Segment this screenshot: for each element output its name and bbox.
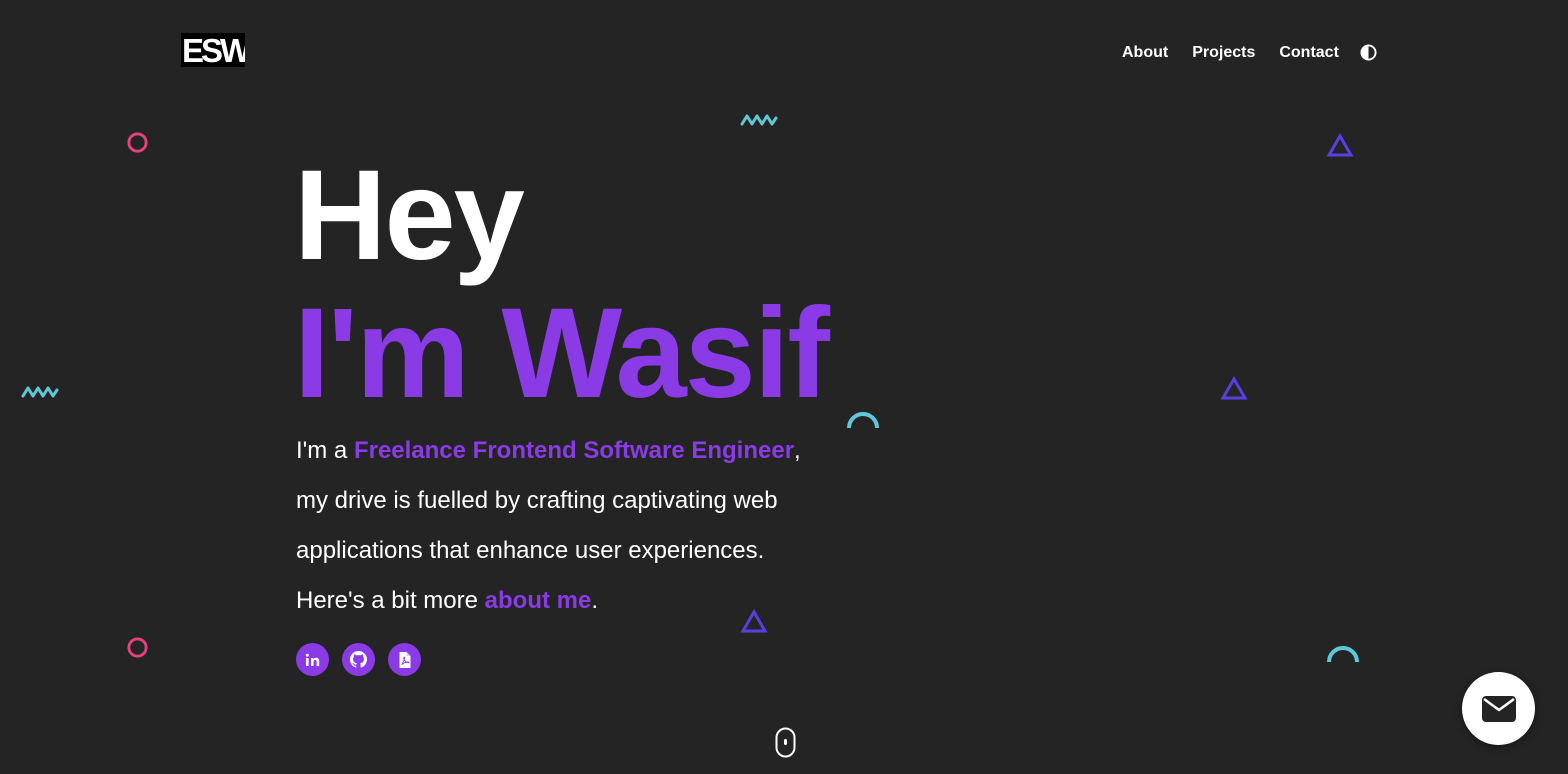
social-links bbox=[296, 643, 421, 676]
main-nav: About Projects Contact bbox=[1110, 40, 1351, 66]
pdf-resume-icon bbox=[399, 651, 411, 668]
intro-line-4-suffix: . bbox=[591, 587, 599, 614]
envelope-icon bbox=[1481, 695, 1516, 722]
intro-comma: , bbox=[794, 437, 801, 464]
role-highlight: Freelance Frontend Software Engineer bbox=[353, 437, 795, 464]
hero-greeting: Hey bbox=[294, 144, 525, 287]
pink-circle-icon bbox=[127, 637, 148, 658]
linkedin-icon bbox=[305, 653, 319, 666]
hero-intro: I'm a Freelance Frontend Software Engine… bbox=[296, 426, 856, 626]
nav-about-link[interactable]: About bbox=[1110, 40, 1180, 66]
contact-mail-button[interactable] bbox=[1462, 672, 1535, 745]
nav-projects-link[interactable]: Projects bbox=[1180, 40, 1267, 66]
pink-circle-icon bbox=[127, 132, 148, 153]
about-me-link[interactable]: about me bbox=[485, 587, 592, 614]
github-button[interactable] bbox=[342, 643, 375, 676]
intro-prefix: I'm a bbox=[296, 437, 354, 464]
logo[interactable]: ESW bbox=[181, 33, 245, 67]
github-icon bbox=[350, 651, 367, 668]
cyan-arc-icon bbox=[1327, 646, 1359, 663]
resume-pdf-button[interactable] bbox=[388, 643, 421, 676]
cyan-zigzag-icon bbox=[21, 386, 59, 398]
intro-line-4-prefix: Here's a bit more bbox=[296, 587, 485, 614]
indigo-triangle-icon bbox=[1220, 376, 1248, 400]
linkedin-button[interactable] bbox=[296, 643, 329, 676]
mouse-scroll-icon[interactable] bbox=[775, 727, 796, 758]
theme-toggle-icon[interactable] bbox=[1360, 44, 1377, 61]
svg-text:ESW: ESW bbox=[182, 33, 245, 67]
hero-name: I'm Wasif bbox=[294, 282, 830, 425]
indigo-triangle-icon bbox=[1326, 133, 1354, 157]
nav-contact-link[interactable]: Contact bbox=[1267, 40, 1351, 66]
page: ESW About Projects Contact Hey I'm Wasif bbox=[0, 0, 1568, 774]
intro-line-2: my drive is fuelled by crafting captivat… bbox=[296, 487, 778, 514]
cyan-zigzag-icon bbox=[740, 114, 778, 126]
intro-line-3: applications that enhance user experienc… bbox=[296, 537, 765, 564]
